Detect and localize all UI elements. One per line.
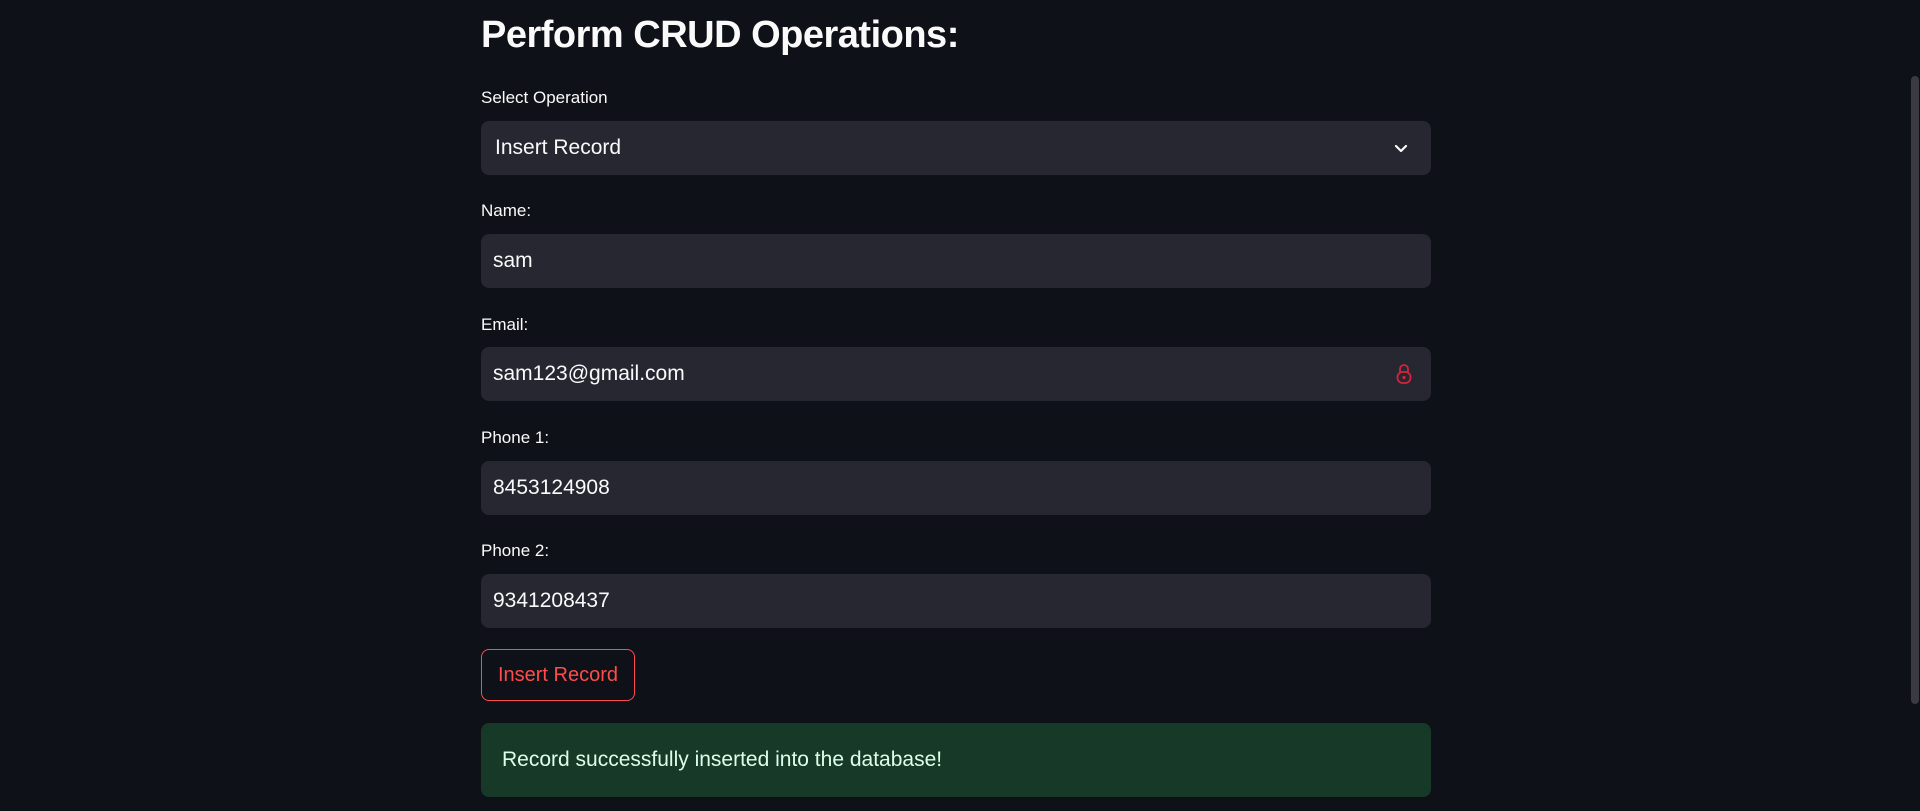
email-input-value: sam123@gmail.com [493, 362, 685, 385]
name-input-value: sam [493, 249, 533, 272]
email-input[interactable]: sam123@gmail.com [481, 347, 1431, 401]
name-input[interactable]: sam [481, 234, 1431, 288]
phone1-input[interactable]: 8453124908 [481, 461, 1431, 515]
page-title: Perform CRUD Operations: [481, 14, 959, 56]
phone1-input-value: 8453124908 [493, 476, 610, 499]
phone2-input-value: 9341208437 [493, 589, 610, 612]
scrollbar-track[interactable] [1910, 0, 1920, 811]
email-label: Email: [481, 315, 529, 334]
success-alert: Record successfully inserted into the da… [481, 723, 1431, 797]
insert-record-button[interactable]: Insert Record [481, 649, 635, 701]
lock-icon[interactable] [1395, 362, 1413, 386]
success-alert-message: Record successfully inserted into the da… [502, 748, 943, 771]
phone2-input[interactable]: 9341208437 [481, 574, 1431, 628]
name-label: Name: [481, 201, 532, 220]
phone1-label: Phone 1: [481, 428, 550, 447]
phone2-label: Phone 2: [481, 541, 550, 560]
select-operation-label: Select Operation [481, 88, 608, 107]
operation-select-value: Insert Record [495, 136, 622, 159]
chevron-down-icon [1394, 144, 1408, 153]
scrollbar-thumb[interactable] [1911, 76, 1919, 704]
operation-select[interactable]: Insert Record [481, 121, 1431, 175]
